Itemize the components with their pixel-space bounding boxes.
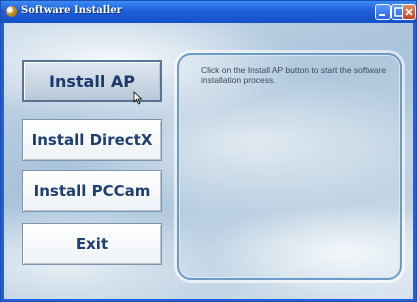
app-icon [6,6,17,17]
mouse-pointer-icon [133,91,143,105]
exit-button[interactable]: Exit [22,223,162,265]
minimize-button[interactable] [375,4,391,20]
close-icon [405,8,413,16]
minimize-icon [379,14,385,16]
info-text: Click on the Install AP button to start … [201,65,387,85]
info-panel: Click on the Install AP button to start … [177,53,402,280]
title-bar[interactable]: Software Installer [1,1,416,23]
install-pccam-button[interactable]: Install PCCam [22,170,162,212]
installer-background: Install AP Install DirectX Install PCCam… [4,23,413,299]
installer-window: Software Installer Install AP Install Di… [0,0,417,302]
window-title: Software Installer [21,5,122,16]
close-button[interactable] [402,4,416,20]
install-directx-button[interactable]: Install DirectX [22,119,162,161]
